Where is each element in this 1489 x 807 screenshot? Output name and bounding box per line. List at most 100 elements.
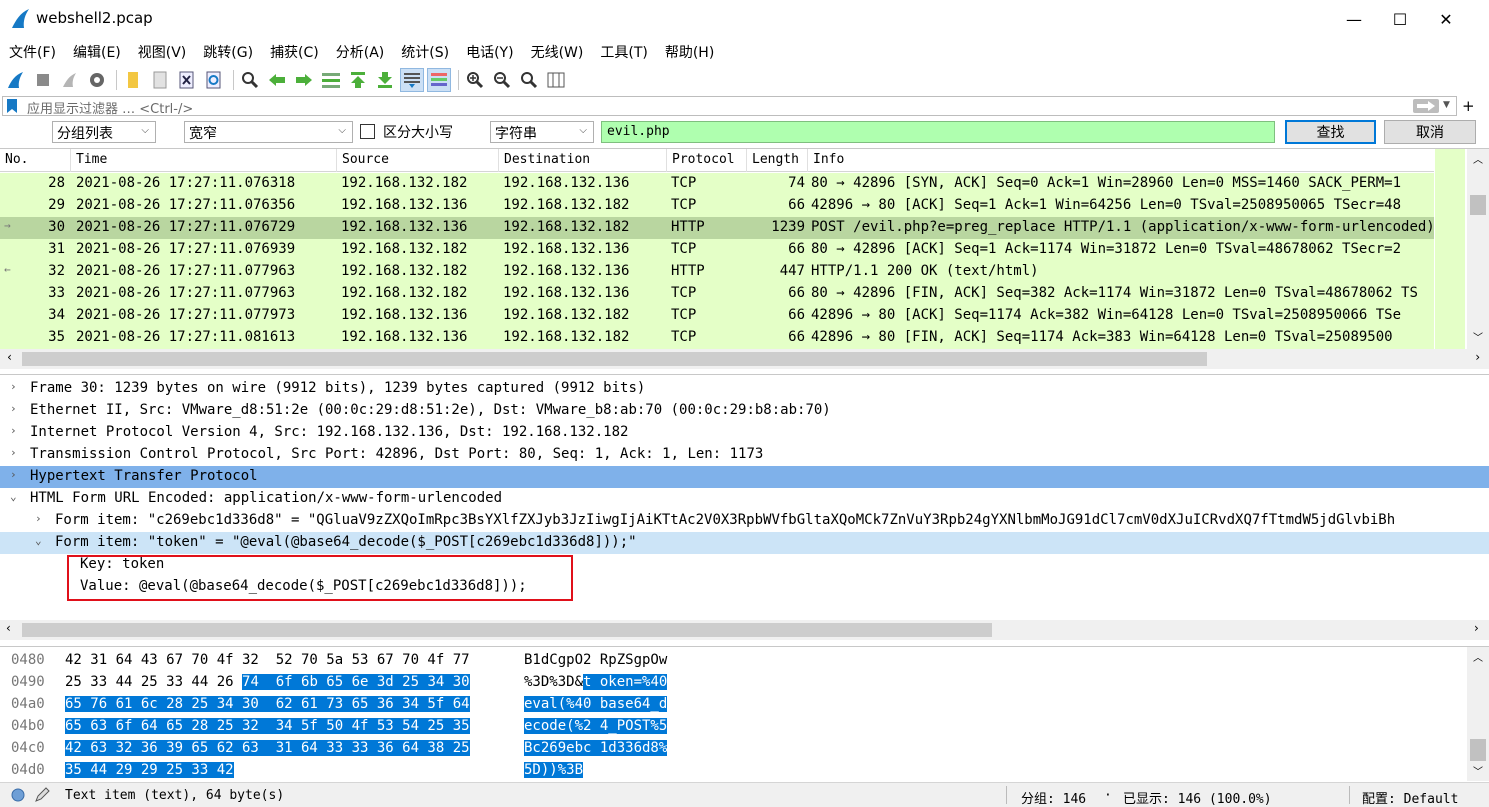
expand-arrow-icon[interactable]: › (10, 402, 17, 415)
display-filter-input[interactable]: 应用显示过滤器 … <Ctrl-/> (27, 98, 193, 117)
byte-hex[interactable]: 65 63 6f 64 65 28 25 32 34 5f 50 4f 53 5… (65, 718, 470, 734)
menu-capture[interactable]: 捕获(C) (261, 40, 327, 64)
scroll-right-icon[interactable]: › (1474, 350, 1481, 364)
go-forward-icon[interactable] (292, 68, 316, 92)
menu-telephony[interactable]: 电话(Y) (457, 40, 521, 64)
close-file-icon[interactable] (175, 68, 199, 92)
zoom-reset-icon[interactable] (517, 68, 541, 92)
scroll-thumb[interactable] (22, 623, 992, 637)
packet-minimap[interactable] (1435, 149, 1465, 349)
detail-row[interactable]: › Transmission Control Protocol, Src Port… (0, 444, 1489, 466)
save-file-icon[interactable] (148, 68, 172, 92)
menu-analyze[interactable]: 分析(A) (327, 40, 393, 64)
byte-hex[interactable]: 42 31 64 43 67 70 4f 32 52 70 5a 53 67 7… (65, 652, 470, 668)
display-filter-bar[interactable]: 应用显示过滤器 … <Ctrl-/> ▼ (2, 96, 1457, 117)
byte-hex[interactable]: 42 63 32 36 39 65 62 63 31 64 33 33 36 6… (65, 740, 470, 756)
apply-filter-arrow-icon[interactable] (1413, 99, 1439, 113)
add-filter-button[interactable]: + (1462, 97, 1475, 115)
scroll-up-icon[interactable]: ︿ (1473, 649, 1483, 664)
expand-arrow-icon[interactable]: › (10, 468, 17, 481)
scroll-left-icon[interactable]: ‹ (6, 621, 11, 635)
go-back-icon[interactable] (265, 68, 289, 92)
detail-row[interactable]: › Internet Protocol Version 4, Src: 192.1… (0, 422, 1489, 444)
find-packet-icon[interactable] (238, 68, 262, 92)
menu-view[interactable]: 视图(V) (129, 40, 195, 64)
packet-row[interactable]: 35 2021-08-26 17:27:11.081613 192.168.132.… (0, 327, 1434, 349)
find-input[interactable]: evil.php (601, 121, 1275, 143)
column-header-time[interactable]: Time (71, 149, 337, 172)
go-to-packet-icon[interactable] (319, 68, 343, 92)
packet-row[interactable]: 32 2021-08-26 17:27:11.077963 192.168.132.… (0, 261, 1434, 283)
column-header-source[interactable]: Source (337, 149, 499, 172)
packet-list-hscrollbar[interactable]: ‹ › (0, 349, 1489, 369)
column-header-no[interactable]: No. (0, 149, 71, 172)
scroll-down-icon[interactable]: ﹀ (1473, 763, 1483, 778)
colorize-icon[interactable] (427, 68, 451, 92)
filter-history-dropdown-icon[interactable]: ▼ (1443, 100, 1450, 110)
menu-edit[interactable]: 编辑(E) (64, 40, 129, 64)
filter-bookmark-icon[interactable] (7, 99, 17, 113)
column-header-destination[interactable]: Destination (499, 149, 667, 172)
expand-arrow-icon[interactable]: › (10, 380, 17, 393)
find-button[interactable]: 查找 (1285, 120, 1376, 144)
capture-options-icon[interactable] (85, 68, 109, 92)
collapse-arrow-icon[interactable]: ⌄ (35, 534, 42, 547)
byte-ascii[interactable]: B1dCgpO2 RpZSgpOw (524, 652, 667, 668)
cancel-button[interactable]: 取消 (1384, 120, 1476, 144)
minimize-button[interactable]: — (1331, 0, 1377, 38)
detail-row[interactable]: › Ethernet II, Src: VMware_d8:51:2e (00:0… (0, 400, 1489, 422)
expert-info-icon[interactable] (11, 788, 25, 802)
byte-ascii[interactable]: Bc269ebc 1d336d8% (524, 740, 668, 756)
collapse-arrow-icon[interactable]: ⌄ (10, 490, 17, 503)
packet-row[interactable]: 28 2021-08-26 17:27:11.076318 192.168.132.… (0, 173, 1434, 195)
auto-scroll-icon[interactable] (400, 68, 424, 92)
column-header-length[interactable]: Length (747, 149, 808, 172)
scroll-thumb[interactable] (22, 352, 1207, 366)
details-hscrollbar[interactable]: ‹ › (0, 620, 1489, 640)
scroll-left-icon[interactable]: ‹ (6, 350, 13, 364)
byte-hex[interactable]: 35 44 29 29 25 33 42 (65, 762, 234, 778)
expand-arrow-icon[interactable]: › (35, 512, 42, 525)
menu-statistics[interactable]: 统计(S) (392, 40, 457, 64)
restart-capture-icon[interactable] (58, 68, 82, 92)
menu-go[interactable]: 跳转(G) (194, 40, 261, 64)
go-first-icon[interactable] (346, 68, 370, 92)
open-file-icon[interactable] (121, 68, 145, 92)
byte-ascii[interactable]: ecode(%2 4_POST%5 (524, 718, 668, 734)
byte-ascii[interactable]: eval(%40 base64_d (524, 696, 668, 712)
packet-row[interactable]: 29 2021-08-26 17:27:11.076356 192.168.132.… (0, 195, 1434, 217)
close-button[interactable]: ✕ (1423, 0, 1469, 38)
find-charset-select[interactable]: 宽窄 ⌵ (184, 121, 353, 143)
scroll-thumb[interactable] (1470, 195, 1486, 215)
column-header-protocol[interactable]: Protocol (667, 149, 747, 172)
detail-row[interactable]: ⌄ Form item: "token" = "@eval(@base64_dec… (0, 532, 1489, 554)
scroll-down-icon[interactable]: ﹀ (1473, 329, 1483, 344)
menu-file[interactable]: 文件(F) (0, 40, 64, 64)
byte-ascii[interactable]: %3D%3D&t oken=%40 (524, 674, 668, 690)
byte-hex[interactable]: 25 33 44 25 33 44 26 74 6f 6b 65 6e 3d 2… (65, 674, 470, 690)
menu-tools[interactable]: 工具(T) (591, 40, 655, 64)
packet-row[interactable]: 30 2021-08-26 17:27:11.076729 192.168.132.… (0, 217, 1434, 239)
maximize-button[interactable]: ☐ (1377, 0, 1423, 38)
go-last-icon[interactable] (373, 68, 397, 92)
packet-row[interactable]: 33 2021-08-26 17:27:11.077963 192.168.132.… (0, 283, 1434, 305)
packet-row[interactable]: 34 2021-08-26 17:27:11.077973 192.168.132.… (0, 305, 1434, 327)
detail-row[interactable]: › Frame 30: 1239 bytes on wire (9912 bits… (0, 378, 1489, 400)
zoom-in-icon[interactable] (463, 68, 487, 92)
reload-file-icon[interactable] (202, 68, 226, 92)
packet-row[interactable]: 31 2021-08-26 17:27:11.076939 192.168.132.… (0, 239, 1434, 261)
menu-wireless[interactable]: 无线(W) (522, 40, 592, 64)
status-profile[interactable]: 配置: Default (1362, 788, 1458, 807)
expand-arrow-icon[interactable]: › (10, 446, 17, 459)
case-sensitive-checkbox[interactable] (360, 124, 375, 139)
bytes-vscrollbar[interactable]: ︿ ﹀ (1467, 647, 1489, 781)
expand-arrow-icon[interactable]: › (10, 424, 17, 437)
resize-columns-icon[interactable] (544, 68, 568, 92)
edit-comment-icon[interactable] (34, 787, 50, 803)
start-capture-icon[interactable] (4, 68, 28, 92)
scroll-thumb[interactable] (1470, 739, 1486, 761)
zoom-out-icon[interactable] (490, 68, 514, 92)
scroll-up-icon[interactable]: ︿ (1473, 151, 1483, 166)
byte-ascii[interactable]: 5D))%3B (524, 762, 584, 778)
byte-hex[interactable]: 65 76 61 6c 28 25 34 30 62 61 73 65 36 3… (65, 696, 470, 712)
